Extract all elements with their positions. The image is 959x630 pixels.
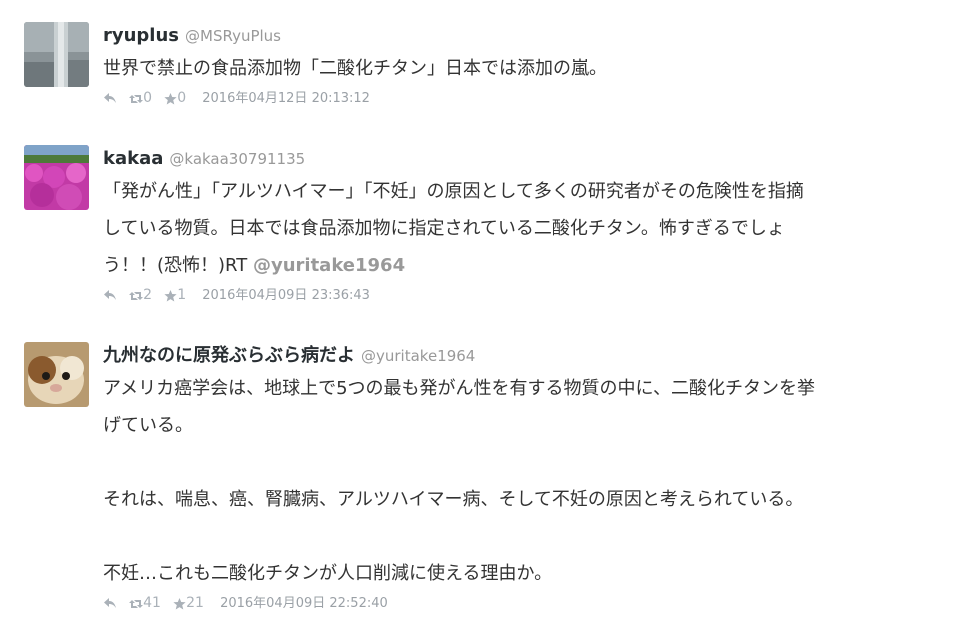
timestamp[interactable]: 2016年04月09日 23:36:43: [202, 288, 370, 303]
avatar[interactable]: [24, 22, 89, 87]
reply-arrow-icon: [104, 290, 116, 300]
tweet-text-segment: う！！(恐怖！)RT: [103, 255, 253, 276]
tweet-text-line: げている。: [103, 415, 193, 436]
tweet-text-line: 「発がん性」「アルツハイマー」「不妊」の原因として多くの研究者がその危険性を指摘: [103, 181, 804, 202]
favorite-button[interactable]: 21: [173, 592, 204, 615]
avatar-image: [24, 22, 89, 87]
tweet-text: 世界で禁止の食品添加物「二酸化チタン」日本では添加の嵐。: [103, 50, 944, 87]
reply-button[interactable]: [103, 285, 117, 307]
tweet-content: 九州なのに原発ぶらぶら病だよ @yuritake1964 アメリカ癌学会は、地球上…: [103, 342, 944, 614]
tweet-text-line: している物質。日本では食品添加物に指定されている二酸化チタン。怖すぎるでしょ: [103, 218, 785, 239]
retweet-icon: [129, 599, 144, 608]
user-handle[interactable]: @kakaa30791135: [169, 150, 305, 168]
retweet-button[interactable]: 2: [129, 284, 152, 307]
reply-arrow-icon: [104, 598, 116, 608]
avatar-image: [24, 145, 89, 210]
tweet-text: アメリカ癌学会は、地球上で5つの最も発がん性を有する物質の中に、二酸化チタンを挙…: [103, 370, 944, 592]
favorite-count: 0: [177, 90, 187, 106]
avatar[interactable]: [24, 342, 89, 407]
favorite-button[interactable]: 1: [164, 284, 186, 307]
star-icon: [164, 289, 177, 301]
star-icon: [164, 92, 177, 104]
tweet-text-line: アメリカ癌学会は、地球上で5つの最も発がん性を有する物質の中に、二酸化チタンを挙: [103, 378, 816, 399]
tweet-text-line-with-mention: う！！(恐怖！)RT @yuritake1964: [103, 247, 944, 284]
tweet-header: 九州なのに原発ぶらぶら病だよ @yuritake1964: [103, 342, 944, 370]
retweet-button[interactable]: 41: [129, 592, 161, 615]
tweet-text-line: 不妊…これも二酸化チタンが人口削減に使える理由か。: [103, 563, 553, 584]
tweet-content: ryuplus @MSRyuPlus 世界で禁止の食品添加物「二酸化チタン」日本で…: [103, 22, 944, 109]
tweet-text: 「発がん性」「アルツハイマー」「不妊」の原因として多くの研究者がその危険性を指摘…: [103, 173, 944, 284]
user-handle[interactable]: @yuritake1964: [361, 347, 475, 365]
retweet-icon: [129, 291, 144, 300]
favorite-count: 21: [186, 595, 204, 611]
retweet-count: 2: [143, 287, 153, 303]
timestamp[interactable]: 2016年04月12日 20:13:12: [202, 91, 370, 106]
avatar-image: [24, 342, 89, 407]
mention-link[interactable]: @yuritake1964: [253, 255, 405, 276]
reply-button[interactable]: [103, 593, 117, 615]
user-name[interactable]: ryuplus: [103, 25, 179, 46]
retweet-button[interactable]: 0: [129, 87, 152, 110]
reply-arrow-icon: [104, 93, 116, 103]
user-name[interactable]: kakaa: [103, 148, 163, 169]
retweet-count: 0: [143, 90, 153, 106]
tweet-actions: 2 1 2016年04月09日 23:36:43: [103, 284, 944, 306]
retweet-count: 41: [143, 595, 161, 611]
tweet-text-line: それは、喘息、癌、腎臓病、アルツハイマー病、そして不妊の原因と考えられている。: [103, 489, 804, 510]
timestamp[interactable]: 2016年04月09日 22:52:40: [220, 596, 388, 611]
tweet-content: kakaa @kakaa30791135 「発がん性」「アルツハイマー」「不妊」の…: [103, 145, 944, 306]
user-handle[interactable]: @MSRyuPlus: [185, 27, 281, 45]
star-icon: [173, 597, 186, 609]
avatar[interactable]: [24, 145, 89, 210]
tweet-text-line: 世界で禁止の食品添加物「二酸化チタン」日本では添加の嵐。: [103, 58, 607, 79]
tweet-text-blank-line: [103, 518, 944, 555]
tweet-header: ryuplus @MSRyuPlus: [103, 22, 944, 50]
favorite-count: 1: [177, 287, 187, 303]
favorite-button[interactable]: 0: [164, 87, 186, 110]
user-name[interactable]: 九州なのに原発ぶらぶら病だよ: [103, 345, 355, 366]
reply-button[interactable]: [103, 88, 117, 110]
tweet-header: kakaa @kakaa30791135: [103, 145, 944, 173]
tweet-text-blank-line: [103, 444, 944, 481]
tweet-actions: 41 21 2016年04月09日 22:52:40: [103, 592, 944, 614]
tweet-actions: 0 0 2016年04月12日 20:13:12: [103, 87, 944, 109]
retweet-icon: [129, 94, 144, 103]
